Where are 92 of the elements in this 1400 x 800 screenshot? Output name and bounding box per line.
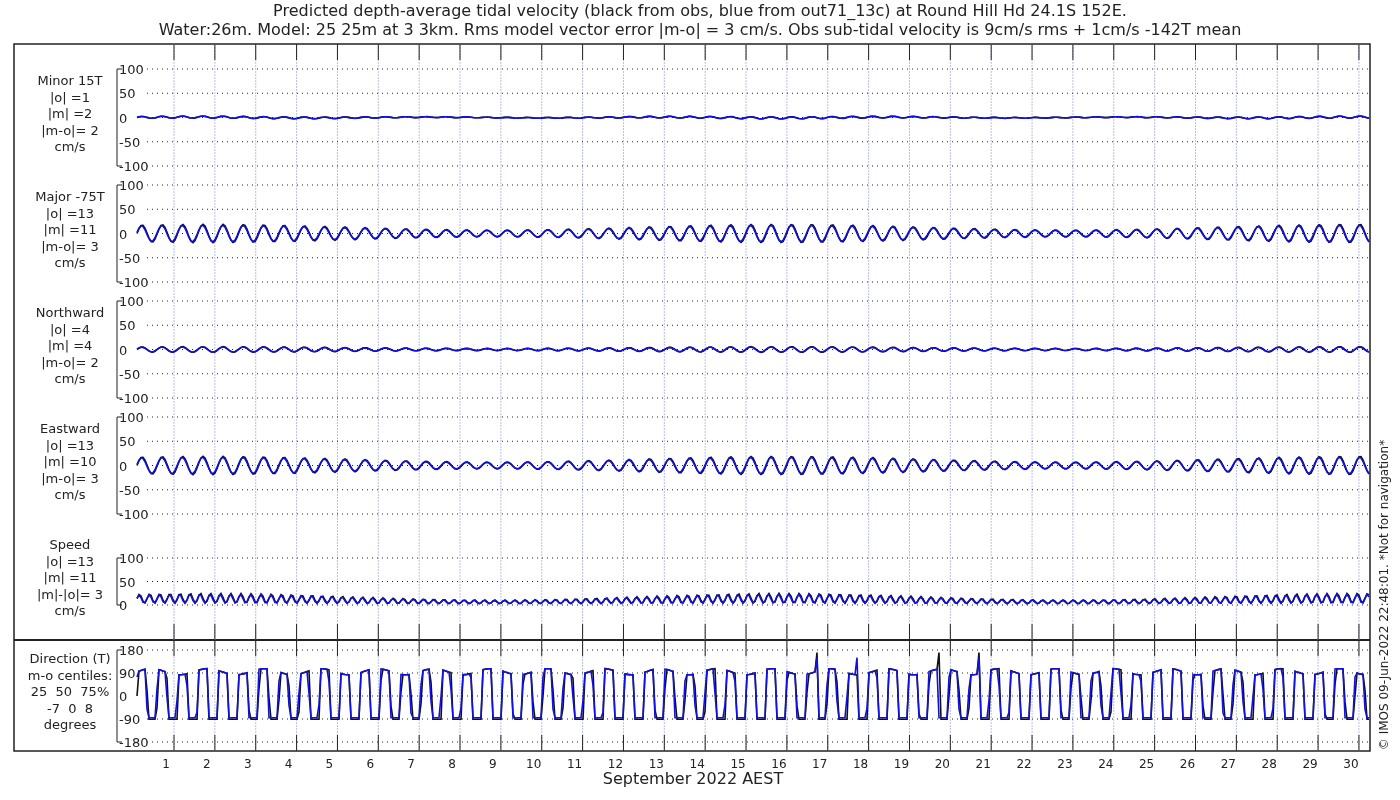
y-tick-label: 100 [119,62,144,77]
panel-label-line: cm/s [54,603,86,618]
panel-label-line: Direction (T) [29,651,111,666]
panel-label-line: Speed [49,537,91,552]
panel-label-line: |o| =1 [50,89,90,105]
panel-label-line: |m| =4 [47,338,93,353]
x-tick-label: 16 [771,757,787,771]
panel-label-line: |m|-|o|= 3 [36,586,104,602]
panel-label-line: degrees [43,717,97,732]
x-tick-label: 30 [1343,757,1359,771]
y-tick-label: 50 [119,202,136,218]
x-tick-label: 23 [1057,757,1073,771]
x-tick-label: 1 [162,757,170,771]
panel-label-line: Major -75T [35,189,105,204]
panel-label-line: -7 0 8 [47,700,93,716]
credit-text: © IMOS 09-Jun-2022 22:48:01. *Not for navigation* [1377,439,1391,751]
panel-label-line: |o| =4 [50,321,90,337]
y-tick-label: -100 [119,159,149,174]
y-tick-label: 0 [119,342,128,358]
x-tick-label: 20 [934,757,950,771]
x-tick-label: 17 [812,757,828,771]
y-tick-label: -100 [119,391,149,406]
x-tick-label: 15 [730,757,746,771]
x-tick-label: 19 [893,757,910,771]
y-tick-label: 90 [119,666,136,681]
y-tick-label: -180 [119,735,149,750]
x-tick-label: 28 [1261,757,1277,771]
x-tick-label: 4 [284,757,293,771]
panel-label-line: |m| =10 [43,454,97,469]
panel-label-line: Eastward [40,421,100,436]
panel-label-line: 25 50 75% [30,684,110,699]
chart-title-line: Water:26m. Model: 25 25m at 3 3km. Rms model vector error |m-o| = 3 cm/s. Obs sub-tidal velocity is 9cm/s rms + 1cm/s -142T mean [158,20,1242,39]
x-tick-label: 14 [689,757,705,771]
panel-label-line: |o| =13 [45,205,95,221]
y-tick-label: 100 [119,294,144,309]
y-tick-label: 0 [119,226,128,242]
panel-label-line: cm/s [54,255,86,270]
y-tick-label: 50 [119,574,136,590]
panel-label-line: |m| =11 [43,570,97,585]
panel-label-line: |m-o|= 2 [41,354,99,370]
y-tick-label: 180 [119,643,144,658]
panel-label-line: |m-o|= 2 [41,122,99,138]
x-tick-label: 8 [448,757,456,771]
x-tick-label: 11 [566,757,583,771]
panel-label-line: |m| =11 [43,222,97,237]
y-tick-label: 50 [119,318,136,334]
y-tick-label: 0 [119,689,128,704]
y-tick-label: 0 [119,458,128,474]
x-tick-label: 26 [1179,757,1196,771]
x-tick-label: 3 [243,757,252,771]
panel-label-line: Northward [35,305,105,320]
panel-label-line: |o| =13 [45,553,95,569]
panel-label-line: Minor 15T [37,73,103,88]
y-tick-label: 100 [119,551,144,566]
x-axis-label: September 2022 AEST [602,769,784,788]
y-tick-label: 0 [119,598,128,613]
y-tick-label: -90 [119,712,141,727]
y-tick-label: 100 [119,178,144,193]
x-tick-label: 10 [526,757,542,771]
panel-label-line: cm/s [54,139,86,154]
y-tick-label: -100 [119,507,149,522]
panel-label-line: |o| =13 [45,437,95,453]
x-tick-label: 13 [648,757,664,771]
x-tick-label: 22 [1016,757,1032,771]
panel-label-line: |m| =2 [47,106,93,121]
y-tick-label: 50 [119,86,136,102]
x-tick-label: 7 [407,757,415,771]
y-tick-label: -100 [119,275,149,290]
y-tick-label: 50 [119,434,136,450]
y-tick-label: -50 [119,366,141,382]
x-tick-label: 18 [853,757,869,771]
chart-title-line: Predicted depth-average tidal velocity (black from obs, blue from out71_13c) at Round Hill Hd 24.1S 152E. [273,1,1127,20]
x-tick-label: 2 [203,757,211,771]
panel-label-line: m-o centiles: [27,667,113,683]
x-tick-label: 27 [1220,757,1236,771]
x-tick-label: 9 [489,757,497,771]
panel-label-line: cm/s [54,371,86,386]
x-tick-label: 29 [1302,757,1318,771]
x-tick-label: 25 [1139,757,1155,771]
x-tick-label: 5 [325,757,334,771]
panel-label-line: |m-o|= 3 [41,470,99,486]
x-tick-label: 21 [975,757,991,771]
y-tick-label: 0 [119,110,128,126]
x-tick-label: 24 [1098,757,1114,771]
y-tick-label: -50 [119,134,141,150]
y-tick-label: -50 [119,482,141,498]
y-tick-label: -50 [119,250,141,266]
x-tick-label: 6 [366,757,375,771]
panel-label-line: |m-o|= 3 [41,238,99,254]
panel-label-line: cm/s [54,487,86,502]
x-tick-label: 12 [607,757,624,771]
y-tick-label: 100 [119,410,144,425]
